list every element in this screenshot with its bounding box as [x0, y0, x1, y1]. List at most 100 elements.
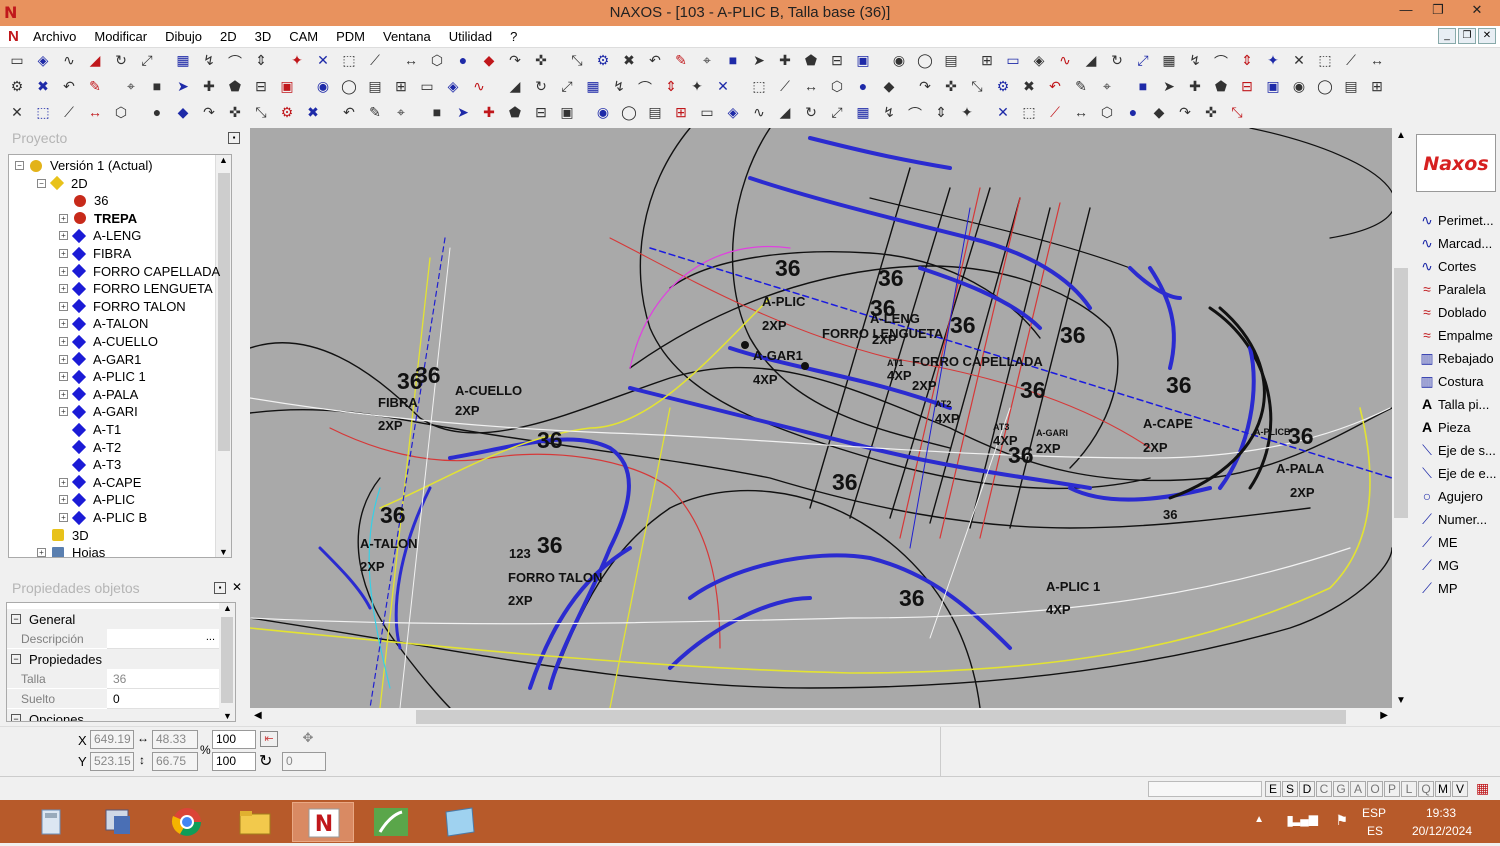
expand-icon[interactable]: + — [59, 337, 68, 346]
panel-pin-button[interactable]: ▪ — [214, 582, 226, 594]
grid-tool-icon[interactable]: ▦ — [1160, 52, 1178, 70]
target-tool-icon[interactable]: ⌖ — [122, 78, 140, 96]
save-tool-icon[interactable]: ■ — [428, 104, 446, 122]
scale-y-field[interactable]: 100 — [212, 752, 256, 771]
point-tool-icon[interactable]: ◉ — [314, 78, 332, 96]
target-tool-icon[interactable]: ⌖ — [1098, 78, 1116, 96]
snap-tool-icon[interactable]: ✜ — [942, 78, 960, 96]
resize-tool-icon[interactable]: ↔ — [86, 104, 104, 122]
tree-item[interactable]: + A-PALA — [59, 386, 138, 403]
star-tool-icon[interactable]: ✦ — [958, 104, 976, 122]
tree-item[interactable]: + FORRO TALON — [59, 298, 186, 315]
status-toggle-v[interactable]: V — [1452, 781, 1468, 797]
delete-tool-icon[interactable]: ✕ — [714, 78, 732, 96]
pen-tool-icon[interactable]: ✎ — [1072, 78, 1090, 96]
settings-tool-icon[interactable]: ⚙ — [8, 78, 26, 96]
new-tool-icon[interactable]: ▭ — [418, 78, 436, 96]
shape-tool-icon[interactable]: ⬟ — [1212, 78, 1230, 96]
status-toggle-s[interactable]: S — [1282, 781, 1298, 797]
section-propiedades[interactable]: − Propiedades — [7, 649, 219, 669]
rotate-tool-icon[interactable]: ↻ — [1108, 52, 1126, 70]
notes-app-taskbar-button[interactable] — [428, 802, 490, 842]
tool-empalme[interactable]: ≈ Empalme — [1418, 325, 1493, 345]
save-tool-icon[interactable]: ■ — [148, 78, 166, 96]
redo-tool-icon[interactable]: ↷ — [200, 104, 218, 122]
cut-tool-icon[interactable]: ✖ — [620, 52, 638, 70]
zigzag-tool-icon[interactable]: ↯ — [610, 78, 628, 96]
pattern-drawing[interactable]: 36 36 36 36 A-PLIC 2XP A-LENG 2XP FORRO LENGUETA… — [250, 128, 1392, 708]
frame-tool-icon[interactable]: ⬚ — [1020, 104, 1038, 122]
cut-tool-icon[interactable]: ✖ — [34, 78, 52, 96]
resize-tool-icon[interactable]: ↔ — [802, 78, 820, 96]
target-tool-icon[interactable]: ⌖ — [392, 104, 410, 122]
redo-tool-icon[interactable]: ↷ — [1176, 104, 1194, 122]
wave-tool-icon[interactable]: ∿ — [1056, 52, 1074, 70]
zigzag-tool-icon[interactable]: ↯ — [880, 104, 898, 122]
settings-tool-icon[interactable]: ⚙ — [594, 52, 612, 70]
arc-tool-icon[interactable]: ⌒ — [636, 78, 654, 96]
hexagon-tool-icon[interactable]: ⬡ — [828, 78, 846, 96]
design-app-taskbar-button[interactable] — [360, 802, 422, 842]
section-opciones[interactable]: − Opciones — [7, 709, 219, 721]
tree-item[interactable]: A-T2 — [59, 439, 121, 456]
grid-tool-icon[interactable]: ▦ — [174, 52, 192, 70]
tool-mg[interactable]: ⟋ MG — [1418, 555, 1459, 575]
tree-item[interactable]: A-T1 — [59, 421, 121, 438]
collapse-icon[interactable]: − — [15, 161, 24, 170]
layers-tool-icon[interactable]: ▤ — [942, 52, 960, 70]
tool-mp[interactable]: ⟋ MP — [1418, 578, 1457, 598]
scroll-up-icon[interactable]: ▲ — [223, 603, 232, 613]
select-tool-icon[interactable]: ◈ — [1030, 52, 1048, 70]
properties-scrollbar[interactable]: ▲ ▼ — [219, 603, 235, 721]
status-toggle-e[interactable]: E — [1265, 781, 1281, 797]
menu-item-utilidad[interactable]: Utilidad — [449, 29, 492, 44]
delete-tool-icon[interactable]: ✕ — [8, 104, 26, 122]
zigzag-tool-icon[interactable]: ↯ — [1186, 52, 1204, 70]
shape-tool-icon[interactable]: ⬟ — [226, 78, 244, 96]
expand-icon[interactable]: + — [59, 407, 68, 417]
mdi-minimize-button[interactable]: _ — [1438, 28, 1456, 44]
point-tool-icon[interactable]: ◉ — [1290, 78, 1308, 96]
settings-tool-icon[interactable]: ⚙ — [994, 78, 1012, 96]
chrome-taskbar-button[interactable] — [156, 802, 218, 842]
status-toggle-q[interactable]: Q — [1418, 781, 1434, 797]
properties-scroll-thumb[interactable] — [221, 617, 233, 703]
save-tool-icon[interactable]: ■ — [1134, 78, 1152, 96]
expand-icon[interactable]: + — [59, 319, 68, 329]
pen-tool-icon[interactable]: ✎ — [86, 78, 104, 96]
zigzag-tool-icon[interactable]: ↯ — [200, 52, 218, 70]
stretch-tool-icon[interactable]: ⤢ — [558, 78, 576, 96]
expand-icon[interactable]: + — [59, 372, 68, 382]
tool-rebajado[interactable]: ▥ Rebajado — [1418, 348, 1493, 368]
tree-item[interactable]: + A-GAR1 — [59, 351, 141, 368]
info-tool-icon[interactable]: ● — [148, 104, 166, 122]
info-tool-icon[interactable]: ● — [454, 52, 472, 70]
settings-tool-icon[interactable]: ⚙ — [278, 104, 296, 122]
status-toggle-g[interactable]: G — [1333, 781, 1349, 797]
snap-tool-icon[interactable]: ✜ — [226, 104, 244, 122]
new-tool-icon[interactable]: ▭ — [698, 104, 716, 122]
expand-icon[interactable]: + — [59, 301, 68, 311]
ellipsis-button[interactable]: ... — [206, 631, 215, 643]
menu-item-modificar[interactable]: Modificar — [94, 29, 147, 44]
menu-item-3d[interactable]: 3D — [255, 29, 272, 44]
status-toggle-o[interactable]: O — [1367, 781, 1383, 797]
stretch-tool-icon[interactable]: ⤢ — [828, 104, 846, 122]
pen-tool-icon[interactable]: ✎ — [672, 52, 690, 70]
drawing-canvas[interactable]: 36 36 36 36 A-PLIC 2XP A-LENG 2XP FORRO LENGUETA… — [250, 128, 1392, 708]
mdi-close-button[interactable]: ✕ — [1478, 28, 1496, 44]
group-tool-icon[interactable]: ⊞ — [392, 78, 410, 96]
scale-x-field[interactable]: 100 — [212, 730, 256, 749]
flip-tool-icon[interactable]: ⇕ — [252, 52, 270, 70]
wave-tool-icon[interactable]: ∿ — [60, 52, 78, 70]
status-toggle-c[interactable]: C — [1316, 781, 1332, 797]
flip-tool-icon[interactable]: ⇕ — [662, 78, 680, 96]
cut-tool-icon[interactable]: ✖ — [1020, 78, 1038, 96]
tree-item[interactable]: + A-TALON — [59, 315, 148, 332]
arrow-tool-icon[interactable]: ➤ — [750, 52, 768, 70]
arc-tool-icon[interactable]: ⌒ — [906, 104, 924, 122]
tool-numer[interactable]: ⟋ Numer... — [1418, 509, 1487, 529]
ungroup-tool-icon[interactable]: ⊟ — [252, 78, 270, 96]
expand-icon[interactable]: + — [59, 266, 68, 276]
line-tool-icon[interactable]: ⟋ — [776, 78, 794, 96]
